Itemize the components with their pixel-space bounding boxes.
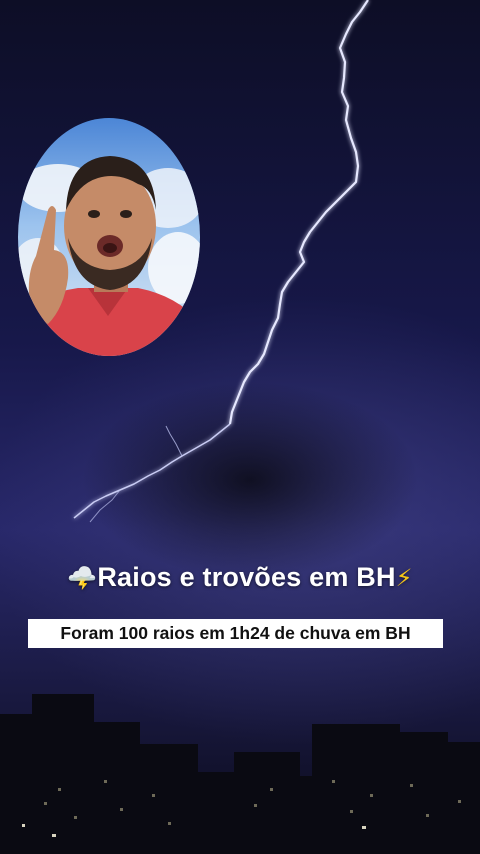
lightning-icon: ⚡: [395, 564, 413, 592]
video-title: 🌩️Raios e trovões em BH⚡: [0, 562, 480, 593]
creator-video-bubble: [18, 118, 200, 356]
thunderstorm-icon: 🌩️: [67, 564, 98, 592]
caption-banner: Foram 100 raios em 1h24 de chuva em BH: [28, 619, 443, 648]
video-frame: 🌩️Raios e trovões em BH⚡ Foram 100 raios…: [0, 0, 480, 854]
title-text: Raios e trovões em BH: [97, 562, 396, 592]
presenter-portrait: [18, 156, 200, 356]
city-skyline: [0, 694, 480, 854]
caption-text: Foram 100 raios em 1h24 de chuva em BH: [60, 623, 411, 643]
